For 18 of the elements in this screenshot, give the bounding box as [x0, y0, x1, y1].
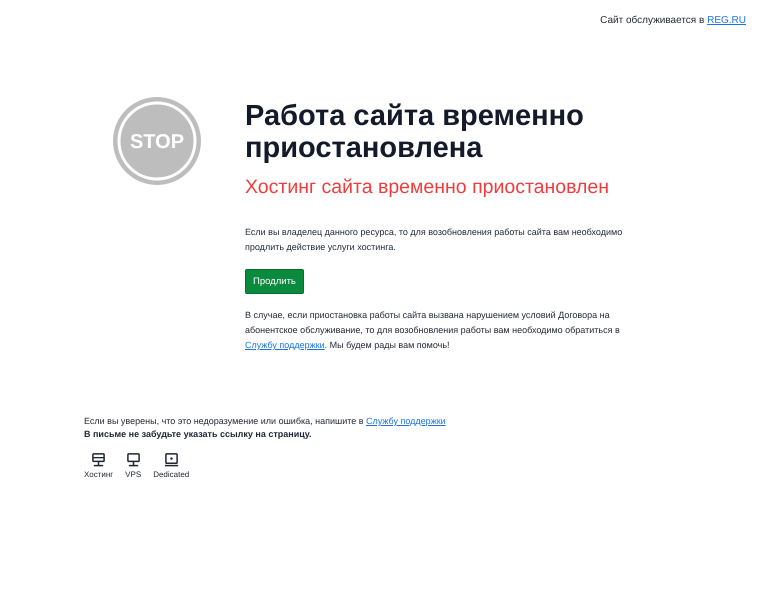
owner-message: Если вы владелец данного ресурса, то для возобновления работы сайта вам необходимо продлить действие услуги хостинга. [245, 226, 624, 254]
contact-message: Если вы уверены, что это недоразумение или ошибка, напишите в Службу поддержки [84, 416, 447, 426]
support-link[interactable]: Службу поддержки [366, 416, 446, 426]
stop-sign-icon: STOP [112, 96, 202, 186]
page-title: Работа сайта временно приостановлена [245, 100, 585, 164]
renew-button[interactable]: Продлить [245, 269, 304, 294]
server-icon [91, 453, 106, 467]
monitor-icon [126, 453, 141, 467]
service-link[interactable]: VPS [125, 453, 142, 479]
screen-icon [164, 453, 179, 467]
service-link[interactable]: Dedicated [153, 453, 190, 479]
service-link[interactable]: Хостинг [84, 453, 114, 479]
page-subtitle: Хостинг сайта временно приостановлен [245, 176, 610, 199]
violation-message: В случае, если приостановка работы сайта вызвана нарушением условий Договора на абонентское обслуживание, то для возобновления работы вам необходимо обратиться в Службу поддержки. Мы будем рады вам помочь! [245, 309, 621, 352]
service-note: Сайт обслуживается в REG.RU [600, 15, 746, 26]
reminder-note: В письме не забудьте указать ссылку на страницу. [84, 429, 312, 439]
support-link[interactable]: Службу поддержки [245, 340, 325, 350]
registrar-link[interactable]: REG.RU [707, 15, 746, 26]
